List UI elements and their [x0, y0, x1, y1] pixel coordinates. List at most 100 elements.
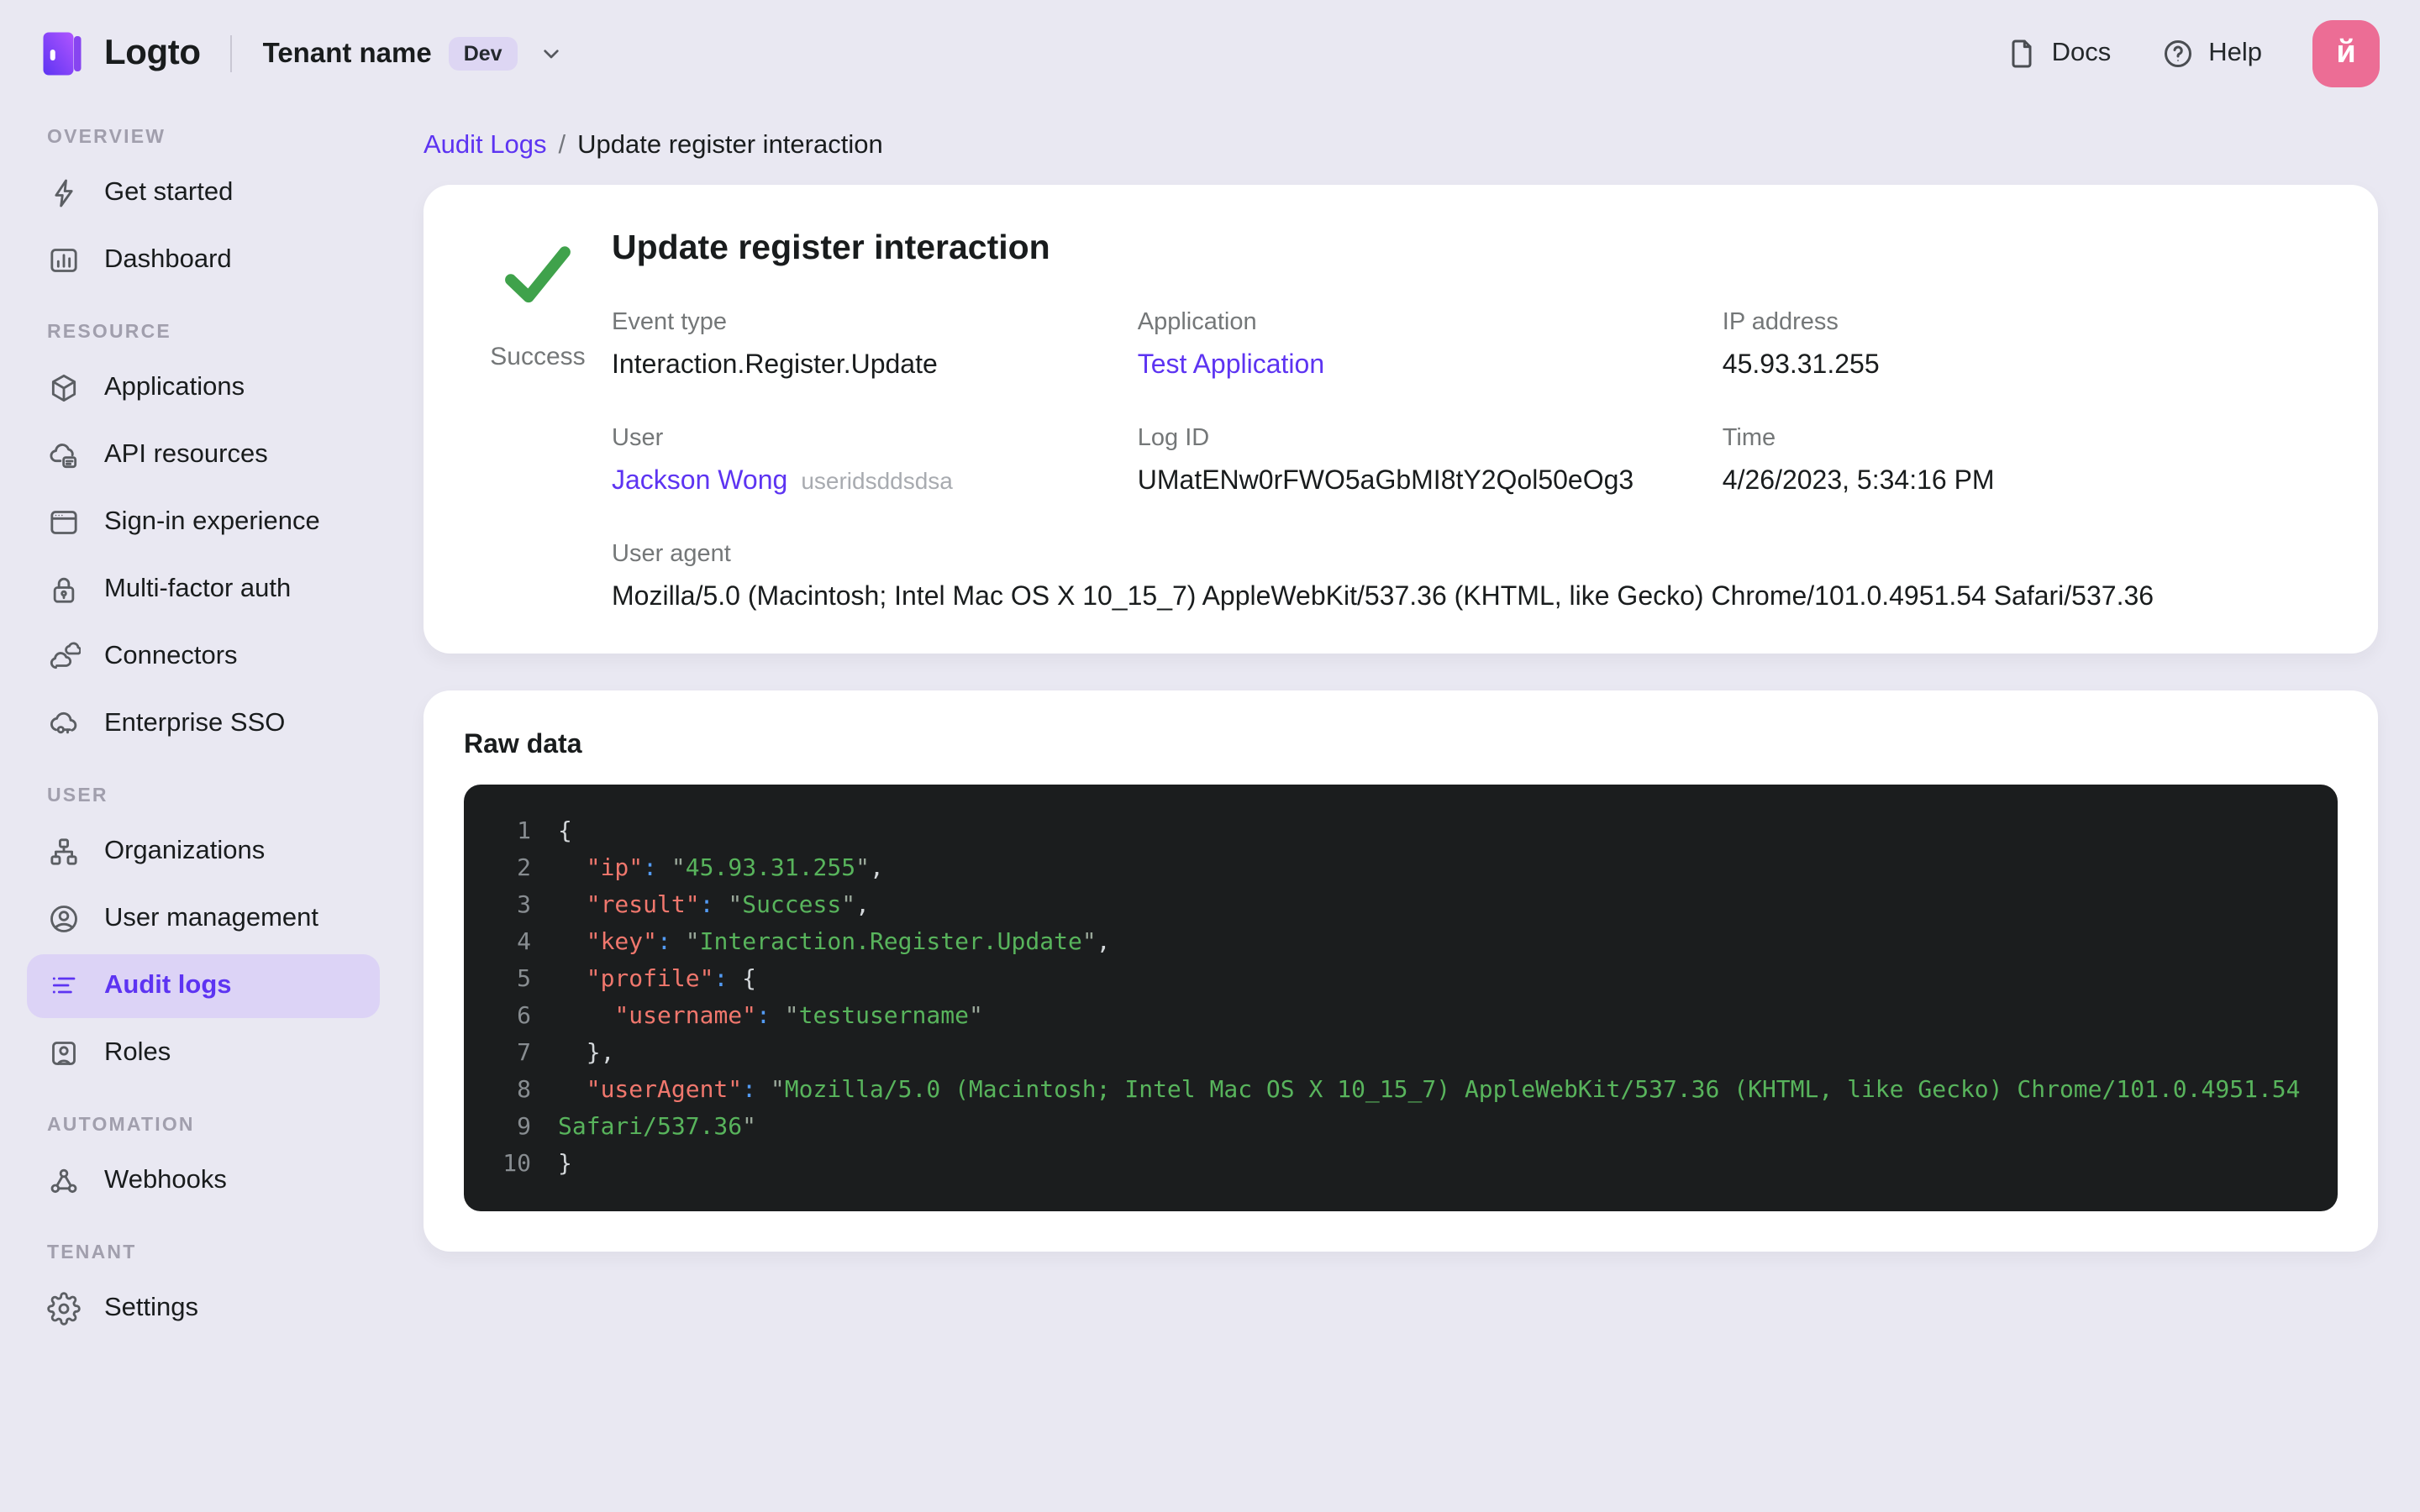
tenant-env-badge: Dev: [448, 37, 518, 71]
user-circle-icon: [47, 902, 81, 936]
cloud-key-icon: [47, 707, 81, 741]
role-card-icon: [47, 1037, 81, 1070]
code-line-text: {: [558, 818, 572, 845]
field-log-id: Log ID UMatENw0rFWO5aGbMI8tY2Qol50eOg3: [1138, 425, 1689, 497]
code-line: 8 "userAgent": "Mozilla/5.0 (Macintosh; …: [487, 1072, 2304, 1109]
detail-field-label: User: [612, 425, 664, 452]
sidebar-item-multi-factor-auth[interactable]: Multi-factor auth: [27, 558, 380, 622]
sidebar-item-enterprise-sso[interactable]: Enterprise SSO: [27, 692, 380, 756]
breadcrumb-separator: /: [558, 131, 566, 160]
sidebar-section-label: USER: [47, 786, 108, 806]
detail-field-value: UMatENw0rFWO5aGbMI8tY2Qol50eOg3: [1137, 467, 1634, 496]
code-line-text: },: [558, 1040, 615, 1067]
code-line-text: "key": "Interaction.Register.Update",: [586, 929, 1111, 956]
sidebar-section: TENANT Settings: [27, 1243, 380, 1341]
breadcrumb: Audit Logs / Update register interaction: [424, 131, 2378, 161]
clouds-icon: [47, 640, 81, 674]
sidebar-item-sign-in-experience[interactable]: Sign-in experience: [27, 491, 380, 554]
sidebar-item-get-started[interactable]: Get started: [27, 161, 380, 225]
code-line-text: "username": "testusername": [614, 1003, 983, 1030]
sidebar-section: RESOURCE Applications API resources Sign…: [27, 323, 380, 756]
tenant-selector[interactable]: Tenant name Dev: [263, 37, 565, 71]
sidebar-item-label: Webhooks: [104, 1166, 227, 1194]
breadcrumb-audit-logs-link[interactable]: Audit Logs: [424, 131, 547, 160]
jackson-wong-link[interactable]: Jackson Wong: [612, 467, 787, 496]
code-line-number: 1: [517, 818, 531, 845]
test-application-link[interactable]: Test Application: [1138, 351, 1324, 380]
code-line-number: 8: [517, 1077, 531, 1104]
code-line-text: "userAgent": "Mozilla/5.0 (Macintosh; In…: [586, 1077, 2301, 1104]
sidebar-item-label: Audit logs: [104, 971, 232, 1000]
logto-brand[interactable]: Logto: [37, 29, 201, 79]
code-line-text: "result": "Success",: [586, 892, 870, 919]
dashboard-icon: [47, 244, 81, 277]
sidebar-item-audit-logs[interactable]: Audit logs: [27, 954, 380, 1018]
raw-data-title: Raw data: [464, 731, 582, 759]
sidebar-section-label: OVERVIEW: [47, 128, 166, 148]
sidebar-item-label: Enterprise SSO: [104, 709, 286, 738]
success-check-icon: [497, 239, 578, 312]
sidebar-item-dashboard[interactable]: Dashboard: [27, 228, 380, 292]
sidebar-item-label: API resources: [104, 440, 268, 469]
code-line-text: Safari/537.36": [558, 1114, 757, 1141]
detail-field-value: Jackson Wong useridsddsdsa: [612, 467, 1104, 497]
code-line: 4 "key": "Interaction.Register.Update",: [487, 924, 2304, 961]
sidebar-item-label: Settings: [104, 1294, 199, 1322]
user-agent-field: User agent Mozilla/5.0 (Macintosh; Intel…: [612, 541, 2338, 613]
detail-field-label: IP address: [1722, 309, 1839, 336]
logto-logo-icon: [37, 29, 87, 79]
raw-data-card: Raw data 1 { 2 "ip": "45.93.31.255", 3 "…: [424, 690, 2378, 1252]
detail-field-label: Application: [1137, 309, 1257, 336]
sidebar-item-connectors[interactable]: Connectors: [27, 625, 380, 689]
webhook-icon: [47, 1164, 81, 1198]
user-agent-label: User agent: [612, 541, 731, 568]
topbar: Logto Tenant name Dev Docs Help й: [0, 0, 2420, 108]
log-detail-card: Success Update register interaction Even…: [424, 185, 2378, 654]
detail-field-label: Event type: [612, 309, 728, 336]
detail-field-label: Time: [1722, 425, 1776, 452]
code-line: 6 "username": "testusername": [487, 998, 2304, 1035]
field-ip-address: IP address 45.93.31.255: [1723, 309, 2338, 381]
sidebar-item-organizations[interactable]: Organizations: [27, 820, 380, 884]
audit-list-icon: [47, 969, 81, 1003]
sidebar-section-label: RESOURCE: [47, 323, 171, 343]
help-icon: [2161, 37, 2195, 71]
chevron-down-icon: [538, 40, 565, 67]
sidebar-item-settings[interactable]: Settings: [27, 1277, 380, 1341]
org-tree-icon: [47, 835, 81, 869]
code-line: 10 }: [487, 1146, 2304, 1183]
sidebar-item-applications[interactable]: Applications: [27, 356, 380, 420]
raw-data-code-block[interactable]: 1 { 2 "ip": "45.93.31.255", 3 "result": …: [464, 785, 2338, 1211]
sidebar-item-api-resources[interactable]: API resources: [27, 423, 380, 487]
docs-button[interactable]: Docs: [2005, 37, 2112, 71]
code-line-text: "ip": "45.93.31.255",: [586, 855, 884, 882]
sidebar-item-user-management[interactable]: User management: [27, 887, 380, 951]
cube-icon: [47, 371, 81, 405]
code-line: 1 {: [487, 813, 2304, 850]
user-avatar[interactable]: й: [2312, 20, 2380, 87]
field-event-type: Event type Interaction.Register.Update: [612, 309, 1104, 381]
code-line-text: "profile": {: [586, 966, 757, 993]
sidebar-item-label: Multi-factor auth: [104, 575, 292, 603]
docs-label: Docs: [2051, 39, 2112, 67]
help-label: Help: [2208, 39, 2262, 67]
gear-icon: [47, 1292, 81, 1326]
sidebar-item-label: Organizations: [104, 837, 266, 865]
sidebar-item-label: Roles: [104, 1038, 171, 1067]
help-button[interactable]: Help: [2161, 37, 2262, 71]
main-content: Audit Logs / Update register interaction S…: [403, 108, 2420, 1512]
api-resources-icon: [47, 438, 81, 472]
app-root: Logto Tenant name Dev Docs Help й OVERVI…: [0, 0, 2420, 1512]
sidebar-item-roles[interactable]: Roles: [27, 1021, 380, 1085]
code-line-number: 10: [502, 1151, 531, 1178]
sidebar-item-label: Applications: [104, 373, 245, 402]
browser-window-icon: [47, 506, 81, 539]
sidebar-section: USER Organizations User management Audit…: [27, 786, 380, 1085]
page-title: Update register interaction: [612, 228, 1050, 267]
code-line-text: }: [558, 1151, 572, 1178]
code-line-number: 3: [517, 892, 531, 919]
field-application: Application Test Application: [1138, 309, 1689, 381]
sidebar-section: AUTOMATION Webhooks: [27, 1116, 380, 1213]
sidebar-item-webhooks[interactable]: Webhooks: [27, 1149, 380, 1213]
code-line-number: 9: [517, 1114, 531, 1141]
